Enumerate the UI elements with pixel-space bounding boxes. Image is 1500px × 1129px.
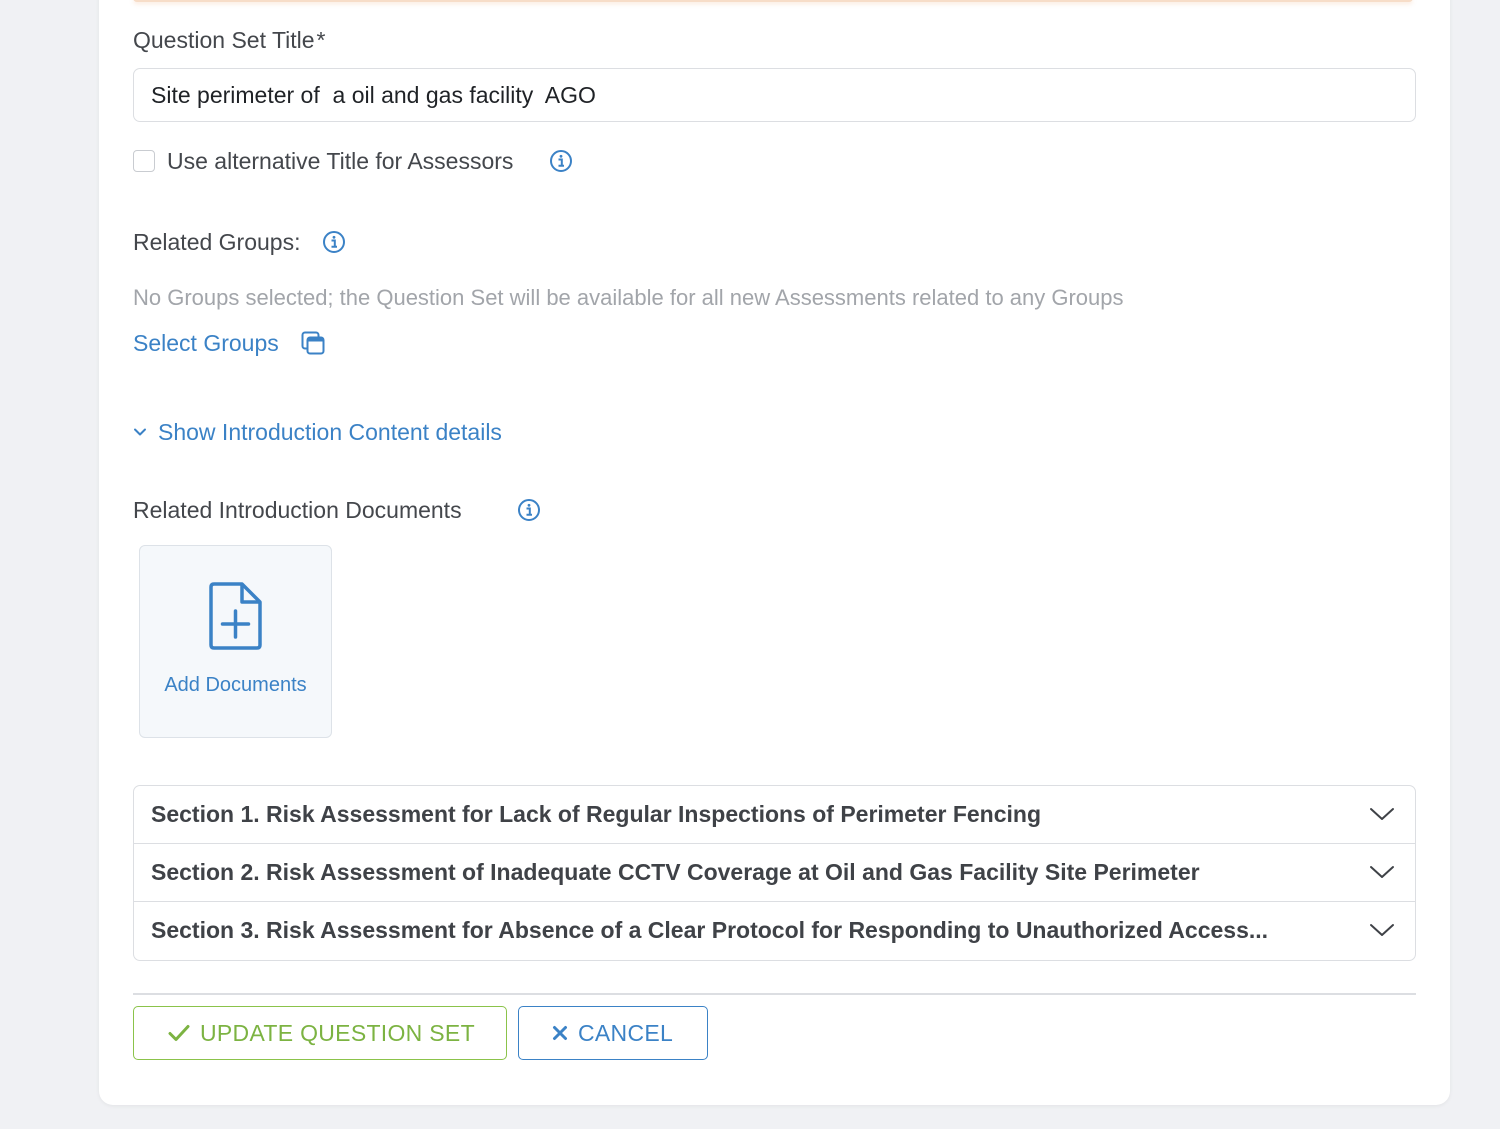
chevron-down-icon[interactable] [1369,806,1395,822]
cancel-button-label: CANCEL [578,1019,674,1046]
add-documents-label: Add Documents [164,674,307,696]
title-label-text: Question Set Title [133,27,315,53]
close-icon [553,1026,567,1040]
alt-title-checkbox-label[interactable]: Use alternative Title for Assessors [167,148,513,175]
update-button-label: UPDATE QUESTION SET [200,1019,475,1046]
related-docs-label: Related Introduction Documents [133,497,462,523]
file-plus-icon [209,582,262,650]
section-row-1[interactable]: Section 1. Risk Assessment for Lack of R… [134,786,1415,844]
chevron-down-icon[interactable] [133,425,147,439]
header-accent-bar [133,0,1413,2]
cancel-button[interactable]: CANCEL [518,1006,708,1060]
check-icon [168,1025,190,1041]
related-groups-label: Related Groups: [133,229,301,255]
show-intro-content-link[interactable]: Show Introduction Content details [158,419,502,446]
related-docs-info-icon[interactable] [517,498,541,522]
section-row-2[interactable]: Section 2. Risk Assessment of Inadequate… [134,844,1415,902]
update-question-set-button[interactable]: UPDATE QUESTION SET [133,1006,507,1060]
actions-divider [133,993,1416,995]
required-marker: * [316,27,326,53]
alt-title-checkbox[interactable] [133,150,155,172]
section-title: Section 3. Risk Assessment for Absence o… [151,917,1269,943]
select-groups-label: Select Groups [133,330,279,356]
question-set-title-input[interactable] [133,68,1416,122]
window-stack-icon[interactable] [301,331,325,355]
chevron-down-icon[interactable] [1369,864,1395,880]
section-title: Section 1. Risk Assessment for Lack of R… [151,801,1042,827]
chevron-down-icon[interactable] [1369,922,1395,938]
section-row-3[interactable]: Section 3. Risk Assessment for Absence o… [134,902,1415,960]
alt-title-info-icon[interactable] [549,149,573,173]
section-title: Section 2. Risk Assessment of Inadequate… [151,859,1200,885]
title-label: Question Set Title* [133,27,326,54]
no-groups-message: No Groups selected; the Question Set wil… [133,285,1124,310]
related-groups-info-icon[interactable] [322,230,346,254]
select-groups-link[interactable]: Select Groups [133,330,279,357]
sections-accordion: Section 1. Risk Assessment for Lack of R… [133,785,1416,961]
add-documents-button[interactable]: Add Documents [139,545,332,738]
